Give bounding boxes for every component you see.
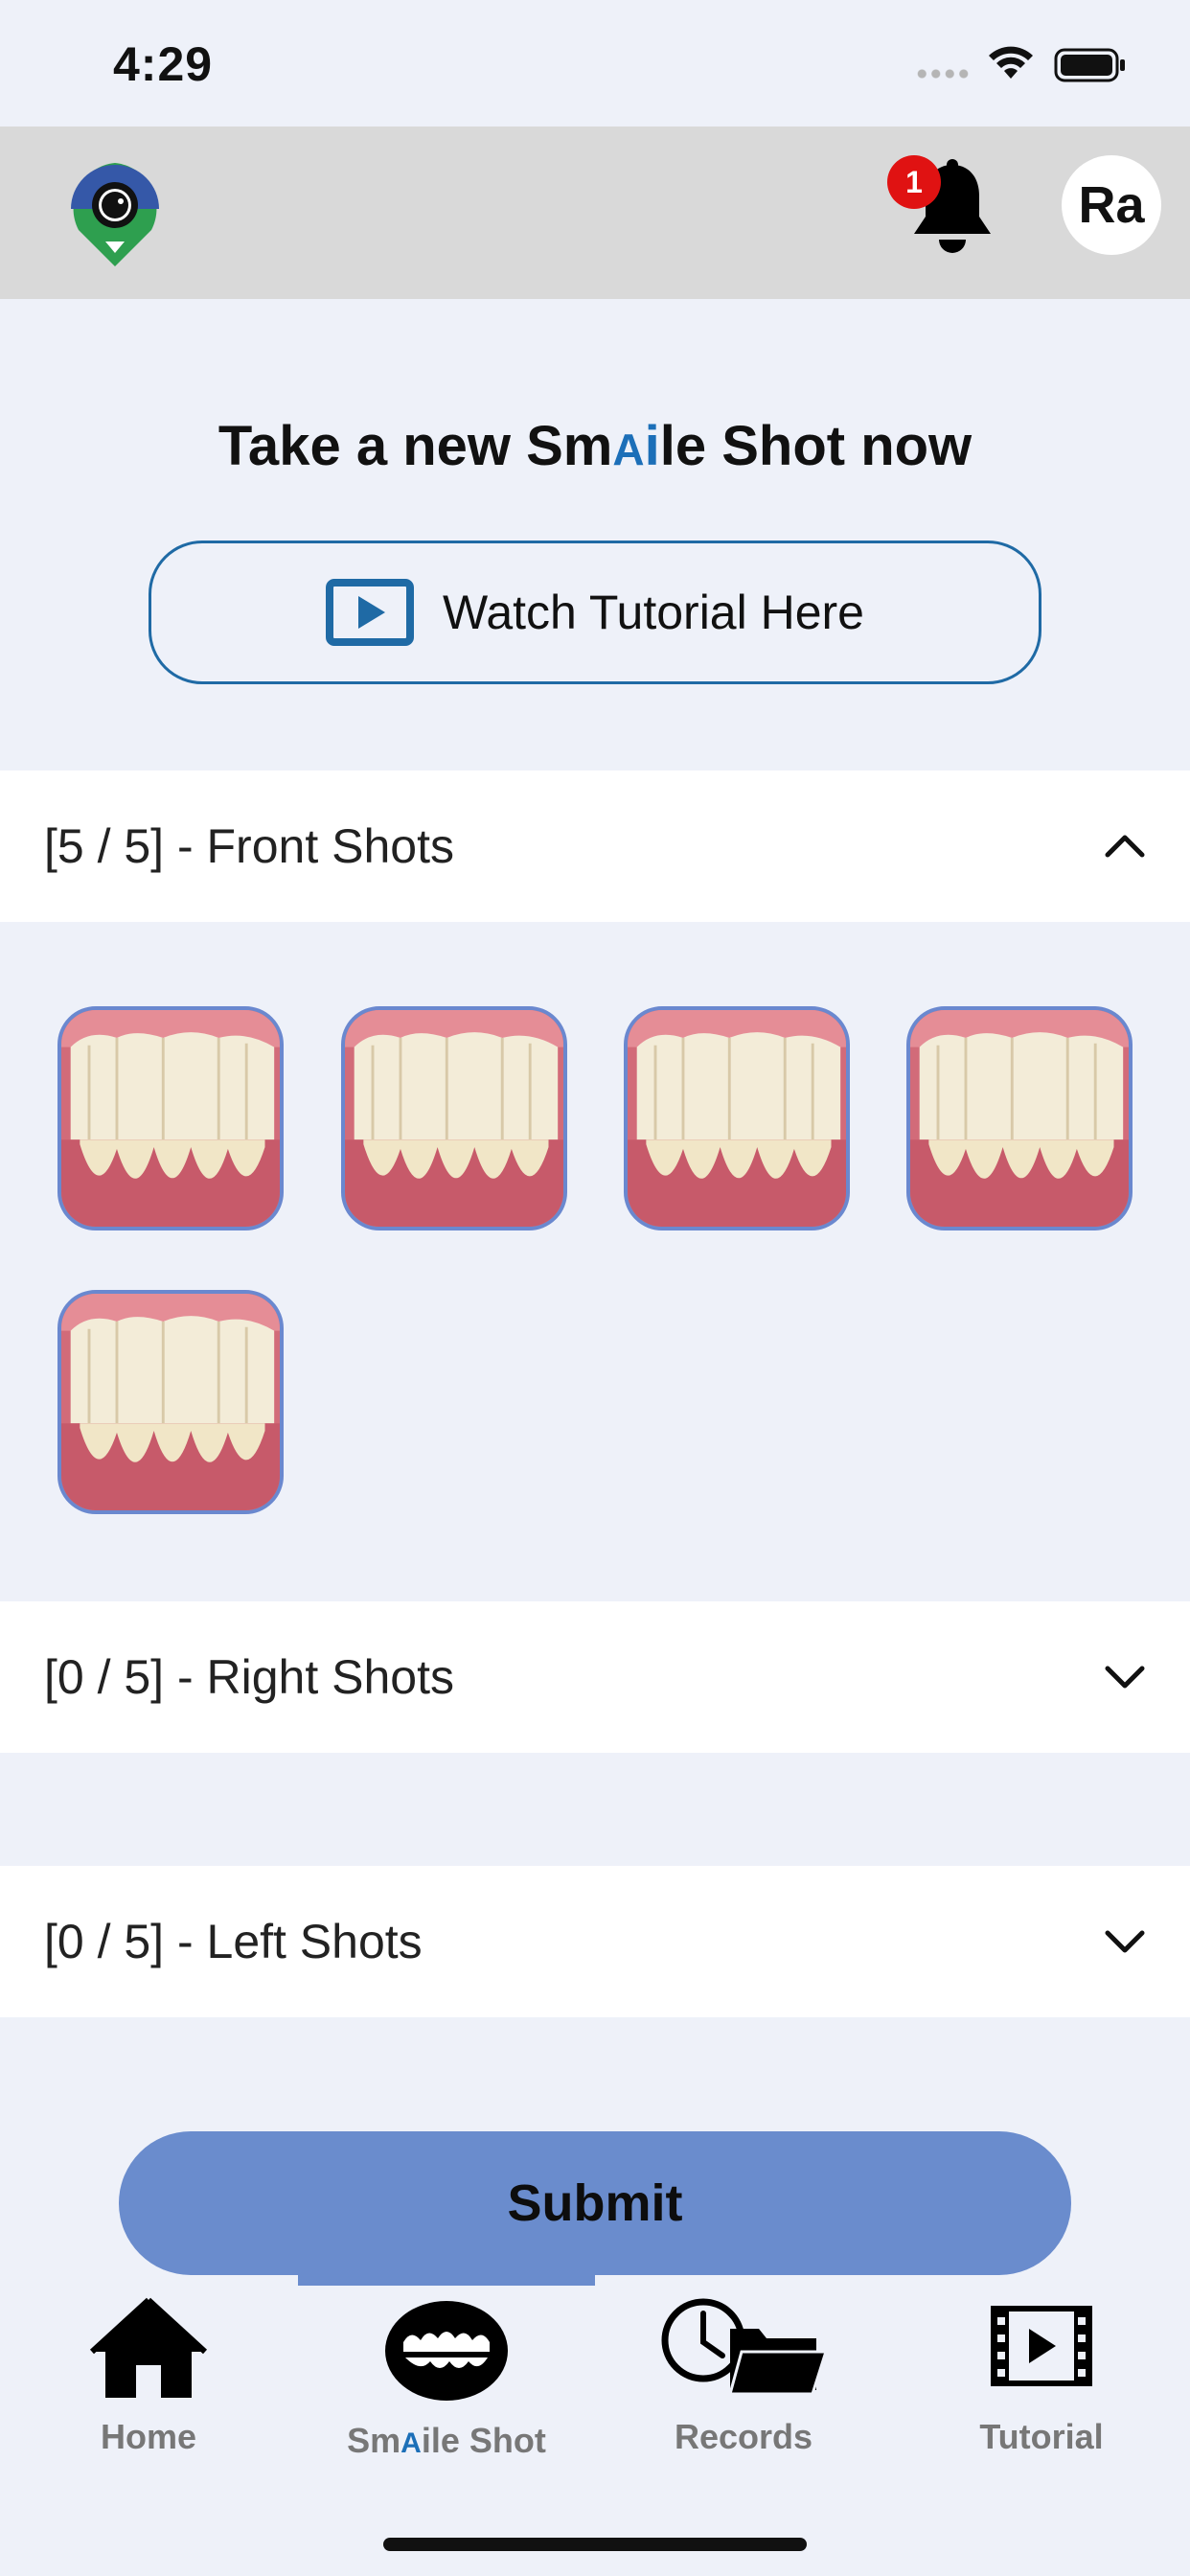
page-title: Take a new SmAile Shot now (0, 414, 1190, 478)
chevron-down-icon[interactable] (1104, 1663, 1146, 1691)
tab-home[interactable]: Home (0, 2290, 297, 2482)
home-indicator (383, 2538, 807, 2551)
tab-tutorial-label: Tutorial (979, 2417, 1104, 2456)
status-bar: 4:29 (0, 0, 1190, 126)
battery-icon (1054, 48, 1125, 82)
status-time: 4:29 (113, 37, 214, 91)
right-shots-header[interactable]: [0 / 5] - Right Shots (0, 1601, 1190, 1753)
teeth-icon (385, 2301, 508, 2401)
title-prefix: Take a new Sm (217, 415, 613, 477)
active-tab-indicator (298, 2275, 595, 2286)
front-shots-title: [5 / 5] - Front Shots (44, 819, 454, 873)
title-i: i (644, 415, 660, 477)
tab-label-suffix: ile Shot (421, 2421, 546, 2460)
app-header: 1 Ra (0, 126, 1190, 299)
teeth-photo-icon (345, 1010, 563, 1227)
tab-tutorial[interactable]: Tutorial (893, 2290, 1190, 2482)
tab-smaile-shot-label: SmAile Shot (298, 2421, 595, 2461)
front-shot-thumbnail-2[interactable] (341, 1006, 567, 1230)
film-play-icon (991, 2306, 1092, 2386)
cellular-signal-icon (915, 69, 971, 79)
teeth-photo-icon (61, 1294, 280, 1510)
right-shots-title: [0 / 5] - Right Shots (44, 1650, 454, 1704)
front-shot-thumbnail-5[interactable] (57, 1290, 284, 1514)
teeth-photo-icon (61, 1010, 280, 1227)
watch-tutorial-button[interactable]: Watch Tutorial Here (149, 540, 1041, 684)
submit-label: Submit (507, 2174, 683, 2232)
front-shot-thumbnail-1[interactable] (57, 1006, 284, 1230)
left-shots-header[interactable]: [0 / 5] - Left Shots (0, 1866, 1190, 2017)
tab-home-label: Home (100, 2417, 197, 2456)
clock-folder-icon (661, 2298, 828, 2396)
chevron-down-icon[interactable] (1104, 1927, 1146, 1956)
submit-button[interactable]: Submit (119, 2131, 1071, 2275)
house-icon (89, 2297, 208, 2398)
notification-badge: 1 (887, 155, 941, 209)
tab-label-ai: A (400, 2427, 422, 2459)
tab-records[interactable]: Records (595, 2290, 892, 2482)
app-logo[interactable] (67, 161, 163, 268)
tab-label-prefix: Sm (347, 2421, 401, 2460)
front-shot-thumbnail-4[interactable] (906, 1006, 1133, 1230)
title-ai: A (612, 425, 645, 474)
tab-records-label: Records (674, 2417, 813, 2456)
title-suffix: le Shot now (659, 415, 973, 477)
chevron-up-icon[interactable] (1104, 832, 1146, 861)
teeth-photo-icon (628, 1010, 846, 1227)
front-shot-thumbnail-3[interactable] (624, 1006, 850, 1230)
tab-smaile-shot[interactable]: SmAile Shot (298, 2290, 595, 2482)
front-shots-header[interactable]: [5 / 5] - Front Shots (0, 770, 1190, 922)
wifi-icon (989, 46, 1033, 79)
teeth-photo-icon (910, 1010, 1129, 1227)
watch-tutorial-label: Watch Tutorial Here (443, 586, 864, 639)
left-shots-title: [0 / 5] - Left Shots (44, 1915, 423, 1968)
user-avatar[interactable]: Ra (1062, 155, 1161, 255)
play-video-icon (326, 579, 415, 646)
